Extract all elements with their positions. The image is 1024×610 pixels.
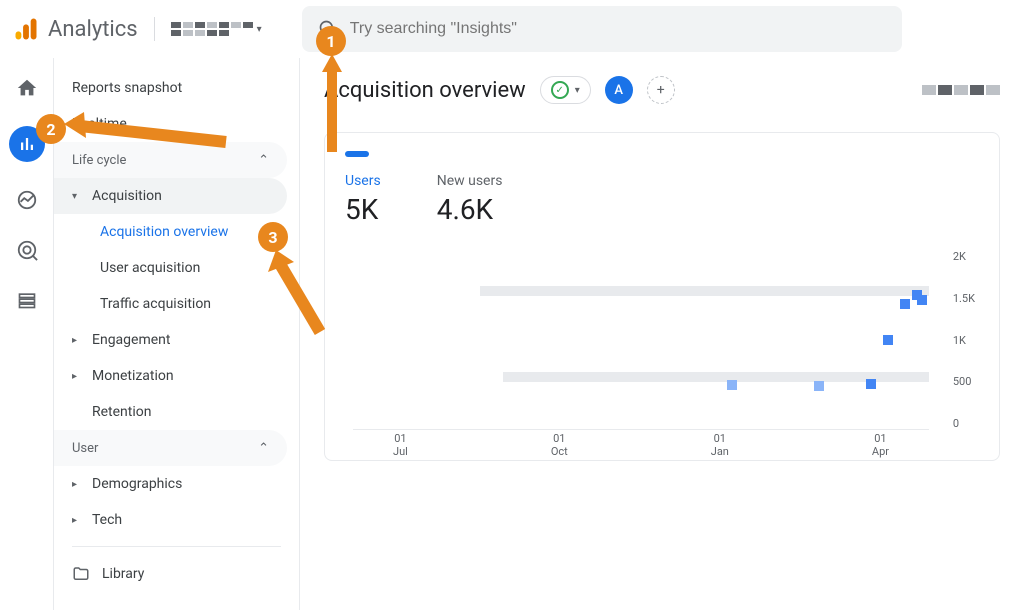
x-tick: 01Oct	[551, 432, 568, 458]
engagement-label: Engagement	[92, 332, 170, 348]
product-name: Analytics	[48, 17, 138, 42]
nav-divider	[72, 546, 281, 547]
metrics-row: Users 5K New users 4.6K	[345, 173, 979, 226]
nav-library[interactable]: Library	[54, 555, 299, 593]
status-chip[interactable]: ✓ ▾	[540, 76, 591, 104]
nav-acquisition-overview[interactable]: Acquisition overview	[54, 214, 299, 250]
nav-tech[interactable]: Tech	[54, 502, 299, 538]
reports-icon[interactable]	[9, 126, 45, 162]
data-point	[866, 379, 876, 389]
card-accent	[345, 151, 369, 157]
y-tick: 2K	[953, 250, 975, 263]
metric-users[interactable]: Users 5K	[345, 173, 381, 226]
nav-traffic-acquisition[interactable]: Traffic acquisition	[54, 286, 299, 322]
nav-reports-snapshot[interactable]: Reports snapshot	[54, 70, 299, 106]
y-tick: 0	[953, 417, 975, 430]
search-input[interactable]	[350, 20, 886, 38]
nav-realtime[interactable]: Realtime	[54, 106, 299, 142]
chevron-down-icon: ▾	[257, 24, 262, 35]
metric-new-users-value: 4.6K	[437, 193, 503, 226]
chevron-down-icon: ▾	[575, 85, 580, 96]
page-title: Acquisition overview	[324, 78, 526, 103]
data-point	[883, 335, 893, 345]
x-tick: 01Apr	[872, 432, 889, 458]
avatar[interactable]: A	[605, 76, 633, 104]
icon-rail	[0, 58, 54, 610]
trend-chart: 2K1.5K1K5000 01Jul01Oct01Jan01Apr	[353, 250, 929, 450]
x-tick: 01Jul	[393, 432, 408, 458]
x-tick: 01Jan	[711, 432, 729, 458]
search-icon	[318, 19, 338, 39]
date-range-blurred[interactable]	[922, 85, 1000, 95]
folder-icon	[72, 565, 90, 583]
page-header: Acquisition overview ✓ ▾ A +	[324, 76, 1000, 104]
main-content: Acquisition overview ✓ ▾ A + Users 5K Ne…	[300, 58, 1024, 610]
analytics-logo-icon	[12, 15, 40, 43]
y-tick: 1.5K	[953, 292, 975, 305]
user-section-label: User	[72, 441, 98, 456]
x-axis: 01Jul 01Oct 01Jan 01Apr	[353, 432, 929, 458]
chevron-up-icon: ⌃	[258, 153, 269, 168]
nav-demographics[interactable]: Demographics	[54, 466, 299, 502]
y-axis: 2K 1.5K 1K 500 0	[953, 250, 975, 430]
check-circle-icon: ✓	[551, 81, 569, 99]
y-tick: 1K	[953, 334, 975, 347]
metric-users-value: 5K	[345, 193, 381, 226]
life-cycle-label: Life cycle	[72, 153, 126, 168]
metric-new-users-label: New users	[437, 173, 503, 189]
range-bar	[480, 286, 929, 296]
demographics-label: Demographics	[92, 476, 182, 492]
metric-new-users[interactable]: New users 4.6K	[437, 173, 503, 226]
y-tick: 500	[953, 375, 975, 388]
nav-section-user[interactable]: User ⌃	[54, 430, 287, 466]
home-icon[interactable]	[15, 76, 39, 100]
acquisition-label: Acquisition	[92, 188, 162, 204]
nav-engagement[interactable]: Engagement	[54, 322, 299, 358]
add-button[interactable]: +	[647, 76, 675, 104]
nav-monetization[interactable]: Monetization	[54, 358, 299, 394]
app-header: Analytics ▾	[0, 0, 1024, 58]
metric-users-label: Users	[345, 173, 381, 189]
overview-card: Users 5K New users 4.6K 2K1.5K1K5000 01J…	[324, 132, 1000, 461]
data-point	[900, 299, 910, 309]
search-box[interactable]	[302, 6, 902, 52]
library-label: Library	[102, 566, 144, 582]
nav-section-life-cycle[interactable]: Life cycle ⌃	[54, 142, 287, 178]
nav-acquisition[interactable]: Acquisition	[54, 178, 287, 214]
data-point	[814, 381, 824, 391]
advertising-icon[interactable]	[15, 238, 39, 262]
monetization-label: Monetization	[92, 368, 174, 384]
data-point	[727, 380, 737, 390]
configure-icon[interactable]	[15, 288, 39, 312]
data-point	[917, 295, 927, 305]
property-selector[interactable]: ▾	[171, 22, 262, 36]
explore-icon[interactable]	[15, 188, 39, 212]
sidebar-nav: Reports snapshot Realtime Life cycle ⌃ A…	[54, 58, 300, 610]
nav-user-acquisition[interactable]: User acquisition	[54, 250, 299, 286]
nav-retention[interactable]: Retention	[54, 394, 299, 430]
logo-area: Analytics	[12, 15, 138, 43]
header-divider	[154, 17, 155, 41]
tech-label: Tech	[92, 512, 122, 528]
chevron-up-icon: ⌃	[258, 441, 269, 456]
